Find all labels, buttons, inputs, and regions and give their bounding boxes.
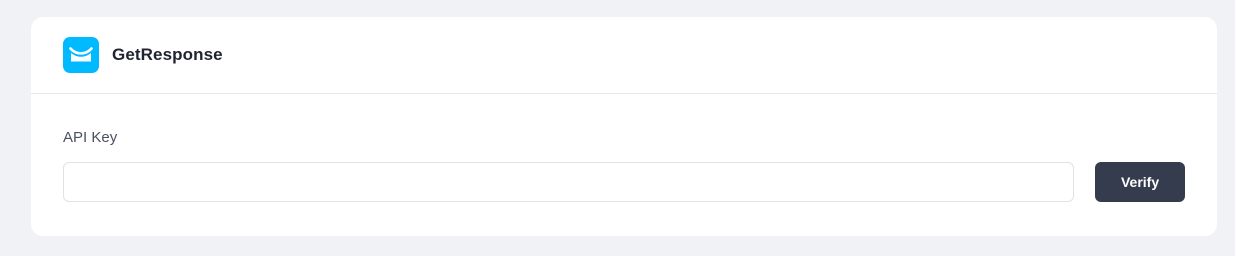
verify-button[interactable]: Verify [1095, 162, 1185, 202]
card-header: GetResponse [31, 17, 1217, 94]
api-key-label: API Key [63, 129, 118, 146]
integration-title: GetResponse [112, 45, 223, 64]
card-body: API Key Verify [31, 94, 1217, 202]
getresponse-logo-icon [63, 37, 99, 73]
api-key-input[interactable] [63, 162, 1075, 202]
integration-card: GetResponse API Key Verify [31, 17, 1217, 236]
api-key-row: Verify [63, 162, 1185, 202]
